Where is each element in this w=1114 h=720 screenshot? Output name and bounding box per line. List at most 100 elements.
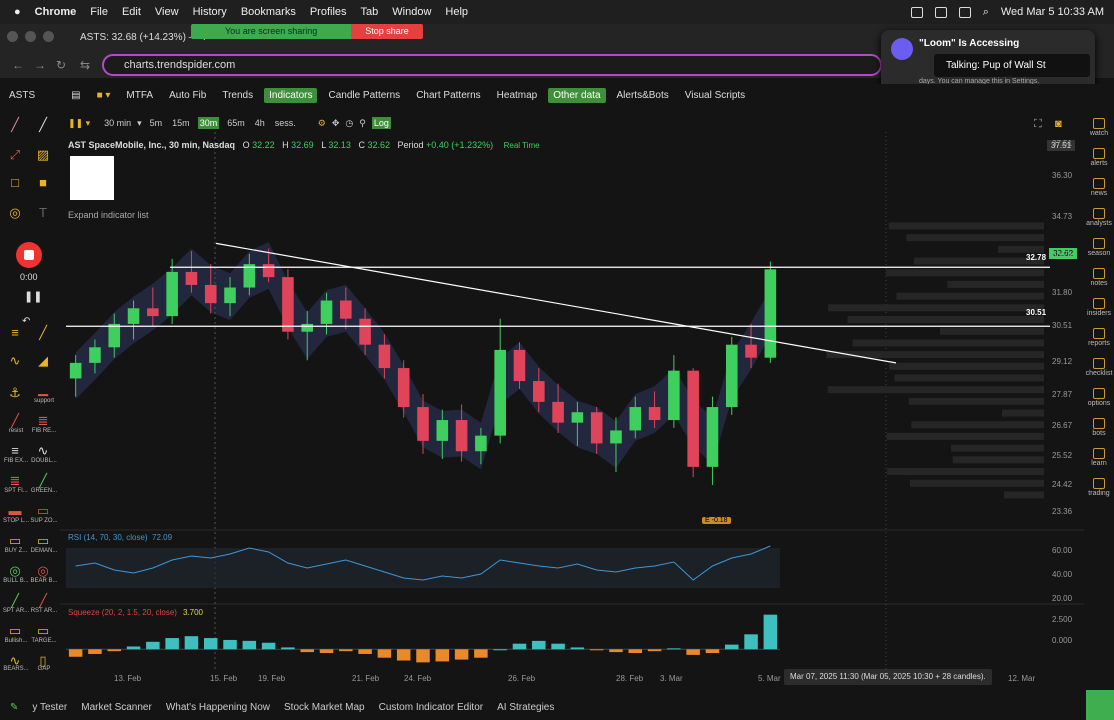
whats-happening-link[interactable]: What's Happening Now (166, 702, 270, 713)
tool-spt-ar[interactable]: SPT AR... (2, 608, 30, 614)
tf-5m[interactable]: 5m (148, 117, 165, 129)
double-tool-icon[interactable]: ∿ (36, 444, 50, 458)
visual-scripts-button[interactable]: Visual Scripts (680, 88, 750, 103)
market-scanner-link[interactable]: Market Scanner (81, 702, 152, 713)
fullscreen-icon[interactable]: ⛶ (1034, 118, 1042, 131)
tf-15m[interactable]: 15m (170, 117, 192, 129)
stop-l-tool-icon[interactable]: ▬ (8, 504, 22, 518)
green-tool-icon[interactable]: ╱ (36, 474, 50, 488)
eye-toggle-button[interactable] (1086, 690, 1114, 720)
candle-patterns-button[interactable]: Candle Patterns (323, 88, 405, 103)
sidebar-watch[interactable]: watch (1084, 118, 1114, 137)
mtfa-button[interactable]: MTFA (121, 88, 158, 103)
sidebar-news[interactable]: news (1084, 178, 1114, 197)
minimize-dot-icon[interactable] (25, 31, 36, 42)
tool-sup-zo[interactable]: SUP ZO... (30, 518, 58, 524)
sup-zo-tool-icon[interactable]: ▭ (36, 504, 50, 518)
tool-fib-ex[interactable]: FIB EX... (2, 458, 30, 464)
settings-icon[interactable]: ⚙ (318, 118, 326, 129)
record-stop-button[interactable] (16, 242, 42, 268)
rectangle-tool-icon[interactable]: □ (8, 176, 22, 190)
tf-65m[interactable]: 65m (225, 117, 247, 129)
indicators-button[interactable]: Indicators (264, 87, 318, 103)
channel-tool-icon[interactable]: ⤢ (8, 148, 22, 162)
tab-title[interactable]: ASTS: 32.68 (+14.23%) — T (80, 32, 207, 43)
tool-bullish[interactable]: Bullish... (2, 638, 30, 644)
tool-buy-z[interactable]: BUY Z... (2, 548, 30, 554)
magnet-icon[interactable]: ⚲ (359, 118, 366, 129)
tool-spt-fi[interactable]: SPT FI... (2, 488, 30, 494)
anchor-tool-icon[interactable]: ⚓ (8, 386, 22, 400)
menu-help[interactable]: Help (445, 6, 468, 18)
bear-b-tool-icon[interactable]: ◎ (36, 564, 50, 578)
text-tool-icon[interactable]: T (36, 206, 50, 220)
tool-support[interactable]: support (30, 398, 58, 404)
strategy-tester-link[interactable]: y Tester (32, 702, 67, 713)
log-toggle[interactable]: Log (371, 117, 391, 129)
zigzag-tool-icon[interactable]: ╱ (36, 326, 50, 340)
tf-4h[interactable]: 4h (253, 117, 267, 129)
color-swatch-icon[interactable]: ■ ▾ (92, 88, 116, 103)
sidebar-learn[interactable]: learn (1084, 448, 1114, 467)
buy-z-tool-icon[interactable]: ▭ (8, 534, 22, 548)
search-icon[interactable]: ⌕ (983, 6, 989, 19)
menu-edit[interactable]: Edit (122, 6, 141, 18)
expand-indicator-list-link[interactable]: Expand indicator list (68, 210, 149, 220)
fib-ex-tool-icon[interactable]: ≡ (8, 444, 22, 458)
sidebar-bots[interactable]: bots (1084, 418, 1114, 437)
pen-icon[interactable]: ✎ (10, 702, 18, 713)
camera-icon[interactable]: ◙ (1055, 118, 1062, 130)
resist-tool-icon[interactable]: ╱ (8, 414, 22, 428)
tool-stop-l[interactable]: STOP L... (2, 518, 30, 524)
earnings-badge[interactable]: E -0.18 (702, 517, 731, 524)
other-data-button[interactable]: Other data (548, 87, 606, 103)
wifi-icon[interactable] (958, 6, 971, 18)
pause-icon[interactable]: ❚❚ (24, 290, 42, 303)
sidebar-analysts[interactable]: analysts (1084, 208, 1114, 227)
tool-fib-re[interactable]: FIB RE... (30, 428, 58, 434)
sidebar-checklist[interactable]: checklist (1084, 358, 1114, 377)
interval-chevron-icon[interactable]: ▾ (137, 118, 142, 129)
fib-re-tool-icon[interactable]: ≣ (36, 414, 50, 428)
interval-select[interactable]: 30 min (104, 118, 131, 128)
site-info-icon[interactable]: ⇆ (80, 58, 90, 72)
reload-icon[interactable]: ↻ (56, 58, 66, 72)
custom-indicator-editor-link[interactable]: Custom Indicator Editor (379, 702, 484, 713)
tool-bear-b[interactable]: BEAR B... (30, 578, 58, 584)
menu-history[interactable]: History (193, 6, 227, 18)
screen-mirror-icon[interactable] (910, 6, 923, 18)
support-tool-icon[interactable]: ▁ (36, 382, 50, 396)
menu-bookmarks[interactable]: Bookmarks (241, 6, 296, 18)
tool-gap[interactable]: GAP (30, 666, 58, 672)
menu-tab[interactable]: Tab (361, 6, 379, 18)
crosshair-icon[interactable]: ✥ (332, 118, 340, 129)
ai-strategies-link[interactable]: AI Strategies (497, 702, 554, 713)
zoom-dot-icon[interactable] (43, 31, 54, 42)
symbol-field[interactable]: ASTS (4, 88, 40, 103)
candle-type-icon[interactable]: ❚❚ ▾ (68, 118, 90, 129)
tool-double[interactable]: DOUBL... (30, 458, 58, 464)
price-chart[interactable] (60, 112, 1084, 692)
tool-resist[interactable]: resist (2, 428, 30, 434)
close-dot-icon[interactable] (7, 31, 18, 42)
clock-icon[interactable]: ◷ (345, 118, 353, 129)
spt-fi-tool-icon[interactable]: ≣ (8, 474, 22, 488)
stop-share-button[interactable]: Stop share (351, 24, 423, 39)
target-tool-icon[interactable]: ▭ (36, 624, 50, 638)
auto-fib-button[interactable]: Auto Fib (164, 88, 211, 103)
menu-profiles[interactable]: Profiles (310, 6, 347, 18)
tool-bears[interactable]: BEARS... (2, 666, 30, 672)
filled-rect-tool-icon[interactable]: ■ (36, 176, 50, 190)
wave-tool-icon[interactable]: ∿ (8, 354, 22, 368)
ray-tool-icon[interactable]: ╱ (36, 118, 50, 132)
tool-green[interactable]: GREEN... (30, 488, 58, 494)
tf-sess[interactable]: sess. (273, 117, 298, 129)
lines-tool-icon[interactable]: ≡ (8, 326, 22, 340)
back-icon[interactable]: ← (12, 58, 24, 72)
sidebar-reports[interactable]: reports (1084, 328, 1114, 347)
clock[interactable]: Wed Mar 5 10:33 AM (1001, 6, 1104, 18)
line-tool-icon[interactable]: ╱ (8, 118, 22, 132)
stock-market-map-link[interactable]: Stock Market Map (284, 702, 365, 713)
forward-icon[interactable]: → (34, 58, 46, 72)
trends-button[interactable]: Trends (217, 88, 258, 103)
